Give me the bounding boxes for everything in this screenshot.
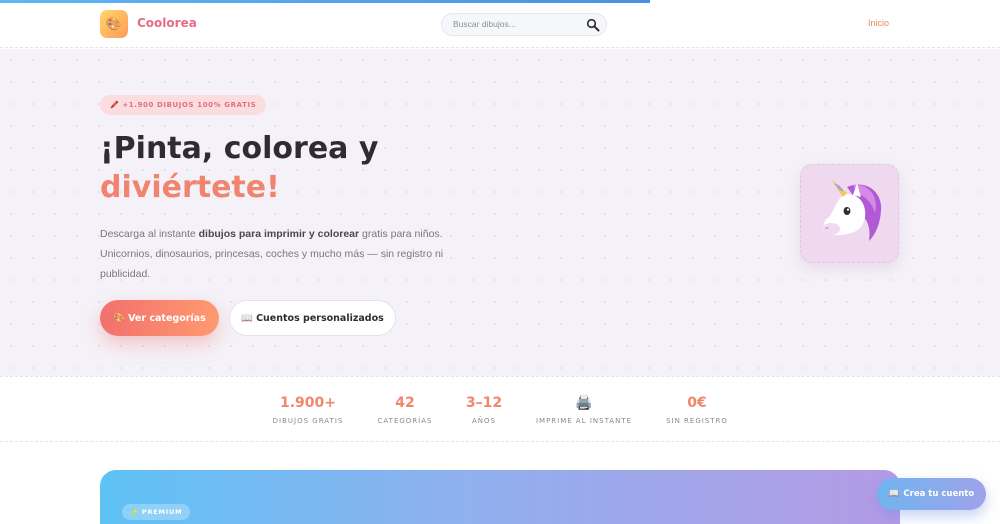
- stat-no-signup: 0€ SIN REGISTRO: [660, 393, 734, 425]
- nav-link-inicio[interactable]: Inicio: [868, 18, 889, 28]
- premium-card[interactable]: ✨ PREMIUM: [100, 470, 900, 524]
- desc-bold: dibujos para imprimir y colorear: [198, 228, 360, 240]
- stat-value: 0€: [687, 395, 707, 411]
- button-label: Ver categorías: [128, 312, 206, 324]
- hero-title-line2: diviértete!: [100, 170, 280, 205]
- printer-icon: 🖨️: [575, 395, 593, 411]
- stats-bar: 1.900+ DIBUJOS GRATIS 42 CATEGORÍAS 3–12…: [0, 376, 1000, 442]
- hero-section: 🖍️ +1.900 DIBUJOS 100% GRATIS ¡Pinta, co…: [0, 49, 1000, 376]
- premium-badge-text: PREMIUM: [141, 508, 183, 516]
- search-input[interactable]: Buscar dibujos...: [441, 13, 607, 36]
- logo[interactable]: 🎨: [100, 10, 128, 38]
- stat-value: 1.900+: [279, 395, 336, 411]
- free-drawings-badge: 🖍️ +1.900 DIBUJOS 100% GRATIS: [100, 95, 267, 115]
- button-label: Cuentos personalizados: [256, 312, 384, 324]
- site-header: 🎨 Coolorea Buscar dibujos... Inicio: [0, 3, 1000, 48]
- crayon-icon: 🖍️: [110, 101, 120, 109]
- book-icon: 📖: [888, 489, 900, 499]
- stat-label: IMPRIME AL INSTANTE: [535, 417, 633, 425]
- stat-label: DIBUJOS GRATIS: [272, 417, 344, 425]
- search-icon[interactable]: [586, 18, 600, 32]
- create-story-button[interactable]: 📖 Crea tu cuento: [877, 478, 986, 510]
- stat-label: SIN REGISTRO: [666, 417, 728, 425]
- search-placeholder: Buscar dibujos...: [453, 19, 516, 29]
- sparkles-icon: ✨: [130, 508, 139, 516]
- view-categories-button[interactable]: 🎨 Ver categorías: [100, 300, 219, 336]
- palette-icon: 🎨: [113, 312, 126, 324]
- stat-ages: 3–12 AÑOS: [456, 393, 512, 425]
- desc-part1: Descarga al instante: [100, 228, 199, 240]
- premium-badge: ✨ PREMIUM: [122, 504, 191, 520]
- stat-label: AÑOS: [472, 417, 496, 425]
- stat-value: 3–12: [465, 395, 503, 411]
- palette-icon: 🎨: [105, 16, 123, 32]
- custom-stories-button[interactable]: 📖 Cuentos personalizados: [229, 300, 396, 336]
- hero-title-line1: ¡Pinta, colorea y: [100, 131, 379, 166]
- unicorn-illustration-card: [800, 164, 899, 263]
- unicorn-icon: [822, 179, 882, 241]
- stat-drawings: 1.900+ DIBUJOS GRATIS: [268, 393, 348, 425]
- hero-description: Descarga al instante dibujos para imprim…: [100, 224, 445, 284]
- badge-text: +1.900 DIBUJOS 100% GRATIS: [122, 101, 257, 109]
- brand-name[interactable]: Coolorea: [137, 16, 197, 30]
- fab-label: Crea tu cuento: [903, 489, 975, 499]
- premium-section: ✨ PREMIUM: [0, 443, 1000, 524]
- book-icon: 📖: [241, 312, 254, 324]
- stat-print: 🖨️ IMPRIME AL INSTANTE: [528, 393, 640, 425]
- stat-value: 42: [395, 395, 415, 411]
- stat-label: CATEGORÍAS: [377, 417, 433, 425]
- stat-categories: 42 CATEGORÍAS: [370, 393, 440, 425]
